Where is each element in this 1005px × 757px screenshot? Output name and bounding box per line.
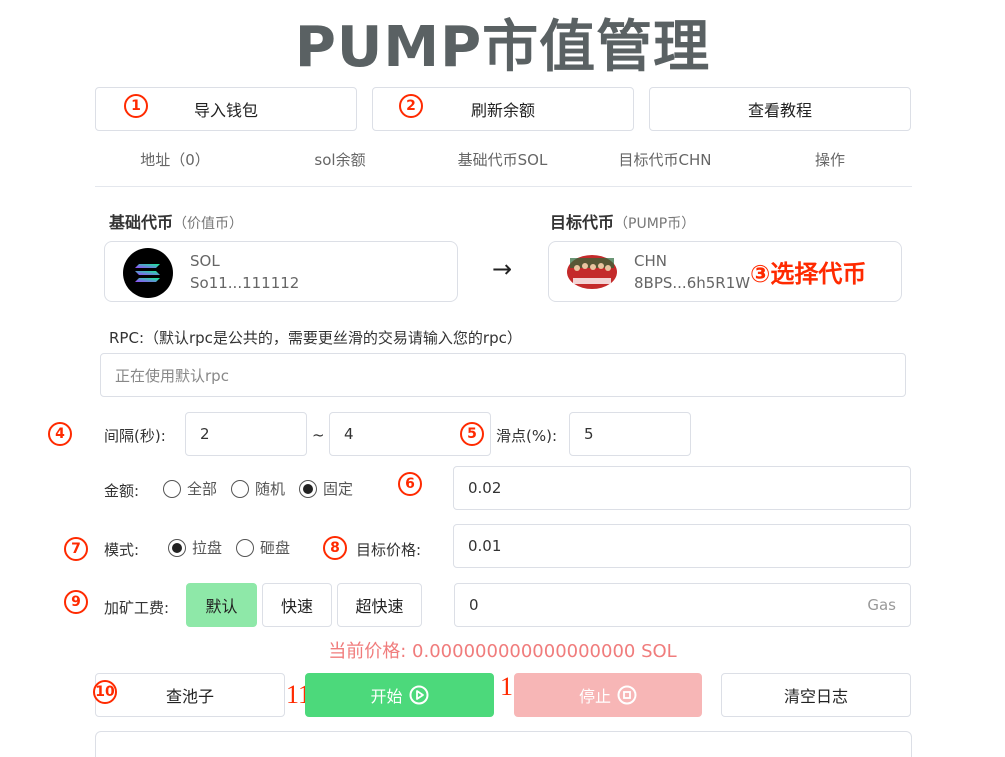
mode-option-dump[interactable]: 砸盘 [236,537,290,558]
current-price-display: 当前价格: 0.000000000000000000 SOL [328,641,677,662]
fee-fast-label: 快速 [280,597,313,616]
table-divider [95,186,912,187]
check-pool-button[interactable]: 查池子 [95,673,285,717]
fee-fast-button[interactable]: 快速 [262,583,332,627]
amount-option-all-label: 全部 [187,480,218,498]
mode-label: 模式: [104,541,140,559]
interval-separator: ~ [312,426,325,444]
gas-unit: Gas [867,596,896,614]
target-token-heading-text: 目标代币 [550,213,615,232]
swap-arrow-icon: → [492,255,513,283]
fee-default-button[interactable]: 默认 [186,583,257,627]
slippage-label: 滑点(%): [496,427,558,445]
import-wallet-label: 导入钱包 [193,101,258,120]
mode-option-pump-label: 拉盘 [192,539,223,557]
radio-selected-icon [299,479,317,498]
play-icon [409,685,428,705]
slippage-value: 5 [584,425,594,443]
clear-log-label: 清空日志 [783,687,848,706]
interval-label: 间隔(秒): [104,427,166,445]
annotation-marker-1: 1 [124,94,148,118]
target-price-label: 目标价格: [356,541,422,559]
annotation-marker-8: 8 [323,536,347,560]
radio-icon [163,479,181,498]
base-token-symbol: SOL [190,252,220,270]
mode-option-dump-label: 砸盘 [260,539,291,557]
fee-super-fast-label: 超快速 [355,597,404,616]
start-label: 开始 [370,687,403,706]
rpc-label: RPC:（默认rpc是公共的，需要更丝滑的交易请输入您的rpc） [109,329,522,347]
annotation-marker-6: 6 [398,472,422,496]
annotation-marker-4: 4 [48,422,72,446]
radio-selected-icon [168,538,186,557]
amount-option-fixed-label: 固定 [323,480,354,498]
rpc-input-placeholder: 正在使用默认rpc [115,366,229,385]
target-token-heading: 目标代币（PUMP币） [550,209,695,233]
radio-icon [236,538,254,557]
start-button[interactable]: 开始 [305,673,494,717]
annotation-marker-9: 9 [64,590,88,614]
slippage-input[interactable]: 5 [569,412,691,456]
view-tutorial-button[interactable]: 查看教程 [649,87,911,131]
log-panel[interactable] [95,731,912,757]
amount-option-all[interactable]: 全部 [163,478,217,499]
amount-option-fixed[interactable]: 固定 [299,478,353,499]
column-header-target-token: 目标代币CHN [618,151,712,169]
interval-max-value: 4 [344,425,354,443]
radio-icon [231,479,249,498]
page-title: PUMP市值管理 [294,15,711,80]
column-header-sol-balance: sol余额 [314,151,366,169]
column-header-actions: 操作 [814,151,845,169]
column-header-base-token: 基础代币SOL [457,151,548,169]
annotation-marker-5: 5 [460,422,484,446]
base-token-heading-text: 基础代币 [109,213,174,232]
stop-button[interactable]: 停止 [514,673,702,717]
base-token-address: So11...111112 [190,274,300,292]
fee-super-fast-button[interactable]: 超快速 [337,583,422,627]
amount-option-random-label: 随机 [255,480,286,498]
refresh-balance-label: 刷新余额 [470,101,535,120]
stop-icon [617,685,637,705]
base-token-heading: 基础代币（价值币） [109,209,243,233]
gas-value: 0 [469,596,479,614]
amount-input[interactable]: 0.02 [453,466,911,510]
amount-value: 0.02 [468,479,502,497]
view-tutorial-label: 查看教程 [747,101,812,120]
target-token-address: 8BPS...6h5R1W [634,274,751,292]
clear-log-button[interactable]: 清空日志 [721,673,911,717]
interval-min-input[interactable]: 2 [185,412,307,456]
priority-fee-label: 加矿工费: [104,599,170,617]
gas-input[interactable]: 0 Gas [454,583,911,627]
annotation-marker-7: 7 [64,537,88,561]
target-token-heading-sub: （PUMP币） [614,216,696,232]
base-token-selector[interactable]: SOL So11...111112 [104,241,458,302]
interval-min-value: 2 [200,425,210,443]
target-price-input[interactable]: 0.01 [453,524,911,568]
fee-default-label: 默认 [205,597,238,616]
select-token-annotation: ③选择代币 [750,260,867,288]
amount-option-random[interactable]: 随机 [231,478,285,499]
column-header-address: 地址（0） [140,151,210,169]
base-token-heading-sub: （价值币） [173,216,244,232]
target-token-symbol: CHN [634,252,667,270]
team-photo-token-icon [567,255,617,289]
stop-label: 停止 [578,687,611,706]
mode-option-pump[interactable]: 拉盘 [168,537,222,558]
check-pool-label: 查池子 [165,687,214,706]
solana-logo-icon [123,248,173,298]
annotation-marker-10: 10 [93,680,117,704]
annotation-marker-2: 2 [399,94,423,118]
target-price-value: 0.01 [468,537,502,555]
rpc-input[interactable]: 正在使用默认rpc [100,353,906,397]
amount-label: 金额: [104,482,140,500]
